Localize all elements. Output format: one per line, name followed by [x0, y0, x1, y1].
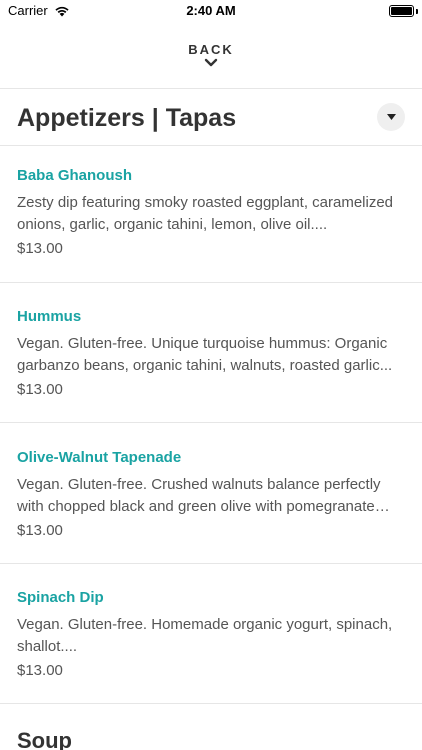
battery-icon	[389, 5, 414, 17]
caret-down-icon	[386, 114, 396, 120]
menu-item[interactable]: Hummus Vegan. Gluten-free. Unique turquo…	[17, 307, 409, 400]
item-price: $13.00	[17, 381, 63, 398]
menu-item[interactable]: Baba Ghanoush Zesty dip featuring smoky …	[17, 166, 409, 259]
item-description: Vegan. Gluten-free. Crushed walnuts bala…	[17, 476, 381, 515]
back-label: BACK	[188, 42, 234, 57]
item-description: Vegan. Gluten-free. Unique turquoise hum…	[17, 335, 393, 374]
section-header: Appetizers | Tapas	[17, 101, 405, 135]
section-title: Appetizers | Tapas	[17, 104, 237, 132]
menu-item[interactable]: Olive-Walnut Tapenade Vegan. Gluten-free…	[17, 448, 409, 541]
item-divider	[0, 422, 422, 423]
status-bar: Carrier 2:40 AM	[0, 0, 422, 24]
header-divider	[0, 88, 422, 89]
back-button[interactable]: BACK	[0, 42, 422, 68]
section-divider	[0, 145, 422, 146]
item-name: Hummus	[17, 308, 82, 325]
item-price: $13.00	[17, 522, 63, 539]
item-price: $13.00	[17, 240, 63, 257]
item-description: Vegan. Gluten-free. Homemade organic yog…	[17, 616, 393, 655]
item-divider	[0, 703, 422, 704]
section-dropdown-button[interactable]	[377, 103, 405, 131]
item-name: Spinach Dip	[17, 589, 104, 606]
item-price: $13.00	[17, 662, 63, 679]
item-divider	[0, 563, 422, 564]
item-name: Baba Ghanoush	[17, 167, 133, 184]
next-section-title: Soup	[17, 728, 72, 750]
item-description: Zesty dip featuring smoky roasted eggpla…	[17, 194, 394, 233]
item-name: Olive-Walnut Tapenade	[17, 449, 182, 466]
battery-tip	[416, 9, 418, 14]
chevron-down-icon	[204, 58, 218, 67]
menu-item[interactable]: Spinach Dip Vegan. Gluten-free. Homemade…	[17, 588, 409, 681]
item-divider	[0, 282, 422, 283]
status-time: 2:40 AM	[186, 3, 236, 18]
